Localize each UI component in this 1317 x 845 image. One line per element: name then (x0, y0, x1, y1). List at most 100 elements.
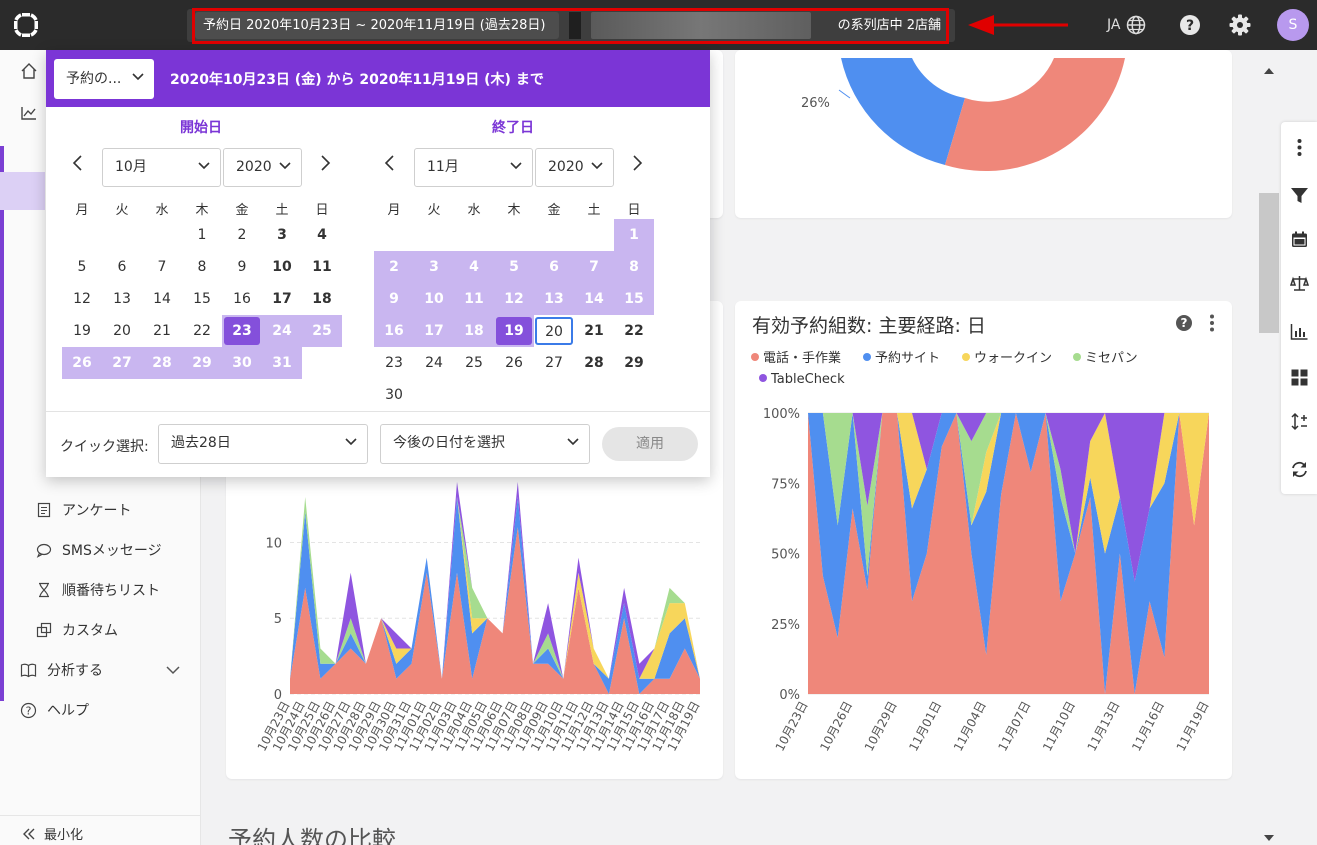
sidebar-item-sms[interactable]: SMSメッセージ (36, 539, 162, 561)
end-year-select[interactable]: 2020 (535, 148, 614, 187)
calendar-day-in-range[interactable]: 16 (374, 315, 414, 347)
refresh-icon[interactable] (1290, 460, 1309, 479)
calendar-day[interactable]: 10 (262, 251, 302, 283)
chevron-down-icon[interactable] (166, 665, 180, 675)
calendar-day[interactable]: 2 (222, 219, 262, 251)
sidebar-active-item[interactable] (0, 172, 45, 210)
start-year-select[interactable]: 2020 (223, 148, 302, 187)
minimize-sidebar-button[interactable]: 最小化 (22, 824, 83, 843)
sort-plus-minus-icon[interactable] (1290, 412, 1309, 431)
future-date-dropdown[interactable]: 今後の日付を選択 (380, 424, 590, 464)
calendar-day[interactable]: 6 (102, 251, 142, 283)
calendar-day-in-range[interactable]: 3 (414, 251, 454, 283)
calendar-day-in-range[interactable]: 12 (494, 283, 534, 315)
calendar-day[interactable]: 16 (222, 283, 262, 315)
sidebar-item-survey[interactable]: アンケート (36, 499, 131, 521)
chevron-left-icon[interactable] (70, 155, 86, 171)
calendar-day[interactable]: 18 (302, 283, 342, 315)
start-month-select[interactable]: 10月 (102, 148, 221, 187)
calendar-day[interactable]: 9 (222, 251, 262, 283)
scroll-down-icon[interactable] (1262, 833, 1276, 843)
bar-chart-icon[interactable] (1290, 322, 1309, 341)
calendar-day-in-range[interactable]: 7 (574, 251, 614, 283)
calendar-day-in-range[interactable]: 11 (454, 283, 494, 315)
language-switcher[interactable]: JA (1107, 15, 1146, 35)
calendar-icon[interactable] (1290, 230, 1309, 249)
chevron-right-icon[interactable] (317, 155, 333, 171)
calendar-day[interactable]: 29 (614, 347, 654, 379)
calendar-day-in-range[interactable]: 5 (494, 251, 534, 283)
calendar-day[interactable]: 21 (574, 315, 614, 347)
scroll-thumb[interactable] (1259, 193, 1279, 333)
scroll-up-icon[interactable] (1262, 66, 1276, 76)
grid-layout-icon[interactable] (1290, 368, 1309, 387)
calendar-day[interactable]: 28 (574, 347, 614, 379)
calendar-day[interactable]: 14 (142, 283, 182, 315)
calendar-day[interactable]: 26 (494, 347, 534, 379)
more-vertical-icon[interactable] (1290, 138, 1309, 157)
calendar-day[interactable]: 23 (374, 347, 414, 379)
calendar-day[interactable]: 13 (102, 283, 142, 315)
calendar-day-in-range[interactable]: 13 (534, 283, 574, 315)
calendar-day-in-range[interactable]: 17 (414, 315, 454, 347)
apply-button[interactable]: 適用 (602, 427, 698, 461)
calendar-day-in-range[interactable]: 15 (614, 283, 654, 315)
calendar-day[interactable]: 1 (182, 219, 222, 251)
calendar-day[interactable]: 17 (262, 283, 302, 315)
end-month-select[interactable]: 11月 (414, 148, 533, 187)
calendar-day[interactable]: 20 (102, 315, 142, 347)
help-icon[interactable]: ? (1178, 13, 1202, 37)
filter-icon[interactable] (1290, 186, 1309, 205)
calendar-day[interactable]: 8 (182, 251, 222, 283)
calendar-day[interactable]: 30 (374, 379, 414, 411)
calendar-day-in-range[interactable]: 24 (262, 315, 302, 347)
calendar-day-in-range[interactable]: 2 (374, 251, 414, 283)
calendar-day[interactable]: 7 (142, 251, 182, 283)
calendar-day-in-range[interactable]: 4 (454, 251, 494, 283)
balance-scale-icon[interactable] (1290, 274, 1309, 293)
calendar-day[interactable]: 22 (614, 315, 654, 347)
calendar-day-in-range[interactable]: 9 (374, 283, 414, 315)
calendar-day-in-range[interactable]: 27 (102, 347, 142, 379)
calendar-day-range-start[interactable]: 23 (222, 315, 262, 347)
gear-icon[interactable] (1228, 13, 1252, 37)
calendar-day-range-end[interactable]: 19 (494, 315, 534, 347)
calendar-day[interactable]: 11 (302, 251, 342, 283)
calendar-day-in-range[interactable]: 1 (614, 219, 654, 251)
calendar-day-in-range[interactable]: 25 (302, 315, 342, 347)
user-avatar[interactable]: S (1277, 9, 1309, 41)
calendar-day[interactable]: 24 (414, 347, 454, 379)
calendar-day[interactable]: 27 (534, 347, 574, 379)
calendar-day-in-range[interactable]: 10 (414, 283, 454, 315)
calendar-day-in-range[interactable]: 28 (142, 347, 182, 379)
chevron-right-icon[interactable] (629, 155, 645, 171)
calendar-day[interactable]: 15 (182, 283, 222, 315)
sidebar-item-analyze[interactable]: 分析する (20, 660, 103, 680)
calendar-day-in-range[interactable]: 29 (182, 347, 222, 379)
quick-select-dropdown[interactable]: 過去28日 (158, 424, 368, 464)
home-icon[interactable] (20, 62, 38, 80)
calendar-day-in-range[interactable]: 8 (614, 251, 654, 283)
calendar-day-today[interactable]: 20 (534, 315, 574, 347)
calendar-day[interactable]: 12 (62, 283, 102, 315)
calendar-day-in-range[interactable]: 31 (262, 347, 302, 379)
calendar-day-in-range[interactable]: 18 (454, 315, 494, 347)
calendar-day-in-range[interactable]: 26 (62, 347, 102, 379)
calendar-day-in-range[interactable]: 14 (574, 283, 614, 315)
calendar-day[interactable]: 25 (454, 347, 494, 379)
calendar-day[interactable]: 22 (182, 315, 222, 347)
sidebar-item-waitlist[interactable]: 順番待ちリスト (36, 579, 160, 601)
calendar-day-in-range[interactable]: 30 (222, 347, 262, 379)
calendar-day-in-range[interactable]: 6 (534, 251, 574, 283)
calendar-day[interactable]: 19 (62, 315, 102, 347)
app-logo-icon[interactable] (12, 11, 40, 39)
date-mode-select[interactable]: 予約の... (54, 59, 154, 99)
calendar-day[interactable]: 5 (62, 251, 102, 283)
calendar-day[interactable]: 21 (142, 315, 182, 347)
trend-icon[interactable] (20, 104, 38, 122)
sidebar-item-help[interactable]: ? ヘルプ (20, 700, 89, 720)
sidebar-item-custom[interactable]: カスタム (36, 619, 118, 641)
calendar-day[interactable]: 4 (302, 219, 342, 251)
chevron-left-icon[interactable] (382, 155, 398, 171)
scrollbar[interactable] (1257, 60, 1281, 845)
